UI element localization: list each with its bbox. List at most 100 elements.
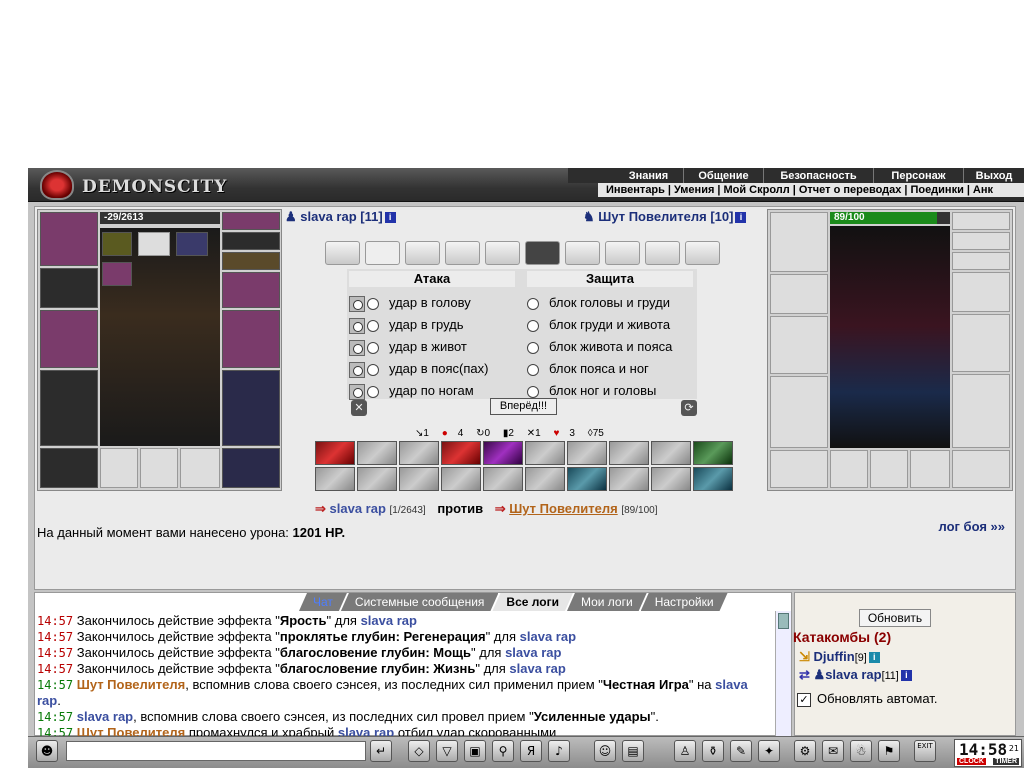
skill-slot[interactable] [525, 467, 565, 491]
attack-extra-radio[interactable] [349, 361, 365, 378]
left-player-figure[interactable] [100, 228, 220, 446]
scroll-slot[interactable] [605, 241, 640, 265]
auto-refresh-checkbox[interactable]: ✓ [797, 692, 811, 707]
room-player[interactable]: ⇲ Djuffin[9] i [799, 649, 880, 665]
offhand-slot[interactable] [222, 310, 280, 368]
skill-slot[interactable] [651, 441, 691, 465]
skill-slot[interactable] [399, 441, 439, 465]
tab-my-logs[interactable]: Мои логи [567, 593, 647, 611]
scroll-slot[interactable] [325, 241, 360, 265]
versus-right-name[interactable]: Шут Повелителя [509, 501, 617, 516]
defense-radio[interactable] [527, 385, 539, 398]
quest-icon[interactable]: ✎ [730, 740, 752, 762]
timer-label[interactable]: TIMER [993, 758, 1019, 765]
clan-icon[interactable]: ⚙ [794, 740, 816, 762]
clock-label[interactable]: CLOCK [957, 758, 986, 765]
opponent-bag-slot-1[interactable] [830, 450, 868, 488]
skill-slot[interactable] [525, 441, 565, 465]
versus-left-name[interactable]: slava rap [330, 501, 386, 516]
boots-slot[interactable] [222, 448, 280, 488]
smiley-head-icon[interactable]: ☻ [36, 740, 58, 762]
skill-slot[interactable] [651, 467, 691, 491]
defense-radio[interactable] [527, 341, 539, 354]
opponent-earring-slot[interactable] [952, 232, 1010, 250]
bag-slot-1[interactable] [100, 448, 138, 488]
submenu-skills[interactable]: Умения [674, 184, 714, 196]
defense-option[interactable]: блок пояса и ног [527, 359, 649, 379]
submenu-transfer-report[interactable]: Отчет о переводах [799, 184, 902, 196]
chat-input[interactable] [66, 741, 366, 761]
skill-slot[interactable] [315, 467, 355, 491]
defense-option[interactable]: блок груди и живота [527, 315, 670, 335]
submenu-duels[interactable]: Поединки [910, 184, 963, 196]
opponent-helmet-slot[interactable] [770, 212, 828, 272]
rings-slot[interactable] [222, 252, 280, 270]
lock-icon[interactable]: ▤ [622, 740, 644, 762]
defense-option[interactable]: блок живота и пояса [527, 337, 672, 357]
opponent-weapon-slot[interactable] [770, 316, 828, 374]
bag-slot-2[interactable] [140, 448, 178, 488]
auto-refresh[interactable]: ✓ Обновлять автомат. [797, 691, 937, 707]
attack-option[interactable]: удар в пояс(пах) [349, 359, 488, 379]
attack-radio[interactable] [367, 297, 379, 310]
attack-option[interactable]: удар в живот [349, 337, 467, 357]
forward-button[interactable]: Вперёд!!! [490, 398, 557, 415]
room-player[interactable]: ⇄ ♟slava rap[11] i [799, 667, 912, 683]
opponent-amulet-slot[interactable] [952, 212, 1010, 230]
helmet-slot[interactable] [40, 212, 98, 266]
opponent-boots-slot[interactable] [952, 450, 1010, 488]
mail-icon[interactable]: ✉ [822, 740, 844, 762]
swords-icon[interactable]: ✕ [351, 400, 367, 416]
scroll-slot[interactable] [685, 241, 720, 265]
tab-chat[interactable]: Чат [299, 593, 347, 611]
submenu-inventory[interactable]: Инвентарь [606, 184, 665, 196]
opponent-bag-slot-3[interactable] [910, 450, 950, 488]
opponent-armor-slot[interactable] [770, 376, 828, 448]
attack-radio[interactable] [367, 363, 379, 376]
tab-settings[interactable]: Настройки [641, 593, 728, 611]
info-icon[interactable]: i [868, 652, 880, 664]
attack-radio[interactable] [367, 319, 379, 332]
effect-icon-2[interactable] [138, 232, 170, 256]
menu-knowledge[interactable]: Знания [614, 168, 684, 183]
bracer-slot[interactable] [222, 272, 280, 308]
scroll-slot[interactable] [365, 241, 400, 265]
music-icon[interactable]: ♪ [548, 740, 570, 762]
skill-slot[interactable] [609, 467, 649, 491]
eraser-icon[interactable]: ◇ [408, 740, 430, 762]
right-player-figure[interactable] [830, 226, 950, 448]
skill-slot[interactable] [441, 441, 481, 465]
attack-radio[interactable] [367, 385, 379, 398]
menu-security[interactable]: Безопасность [764, 168, 874, 183]
attack-option[interactable]: удар в голову [349, 293, 471, 313]
amulet-slot[interactable] [222, 212, 280, 230]
opponent-legs-slot[interactable] [952, 374, 1010, 448]
opponent-bag-slot-2[interactable] [870, 450, 908, 488]
skill-slot[interactable] [693, 467, 733, 491]
skill-slot[interactable] [609, 441, 649, 465]
skill-slot[interactable] [567, 441, 607, 465]
skill-slot[interactable] [693, 441, 733, 465]
skill-slot[interactable] [399, 467, 439, 491]
left-player-name[interactable]: ♟ slava rap [11] i [285, 209, 396, 225]
emoji-icon[interactable]: ☺ [594, 740, 616, 762]
defense-radio[interactable] [527, 319, 539, 332]
opponent-gloves-slot[interactable] [770, 274, 828, 314]
scroll-slot[interactable] [485, 241, 520, 265]
bag-slot-3[interactable] [180, 448, 220, 488]
skill-slot[interactable] [483, 441, 523, 465]
flag-icon[interactable]: ⚑ [878, 740, 900, 762]
logo[interactable]: DEMONSCITY [38, 170, 226, 200]
refresh-battle-icon[interactable]: ⟳ [681, 400, 697, 416]
defense-radio[interactable] [527, 297, 539, 310]
friends-icon[interactable]: ☃ [850, 740, 872, 762]
skill-slot[interactable] [357, 467, 397, 491]
scroll-thumb[interactable] [778, 613, 789, 629]
info-icon[interactable]: i [384, 212, 396, 224]
character-icon[interactable]: ♙ [674, 740, 696, 762]
menu-exit[interactable]: Выход [964, 168, 1024, 183]
skill-slot[interactable] [315, 441, 355, 465]
opponent-shield-slot[interactable] [952, 314, 1010, 372]
tab-system[interactable]: Системные сообщения [341, 593, 499, 611]
potion-icon[interactable]: ⚱ [702, 740, 724, 762]
